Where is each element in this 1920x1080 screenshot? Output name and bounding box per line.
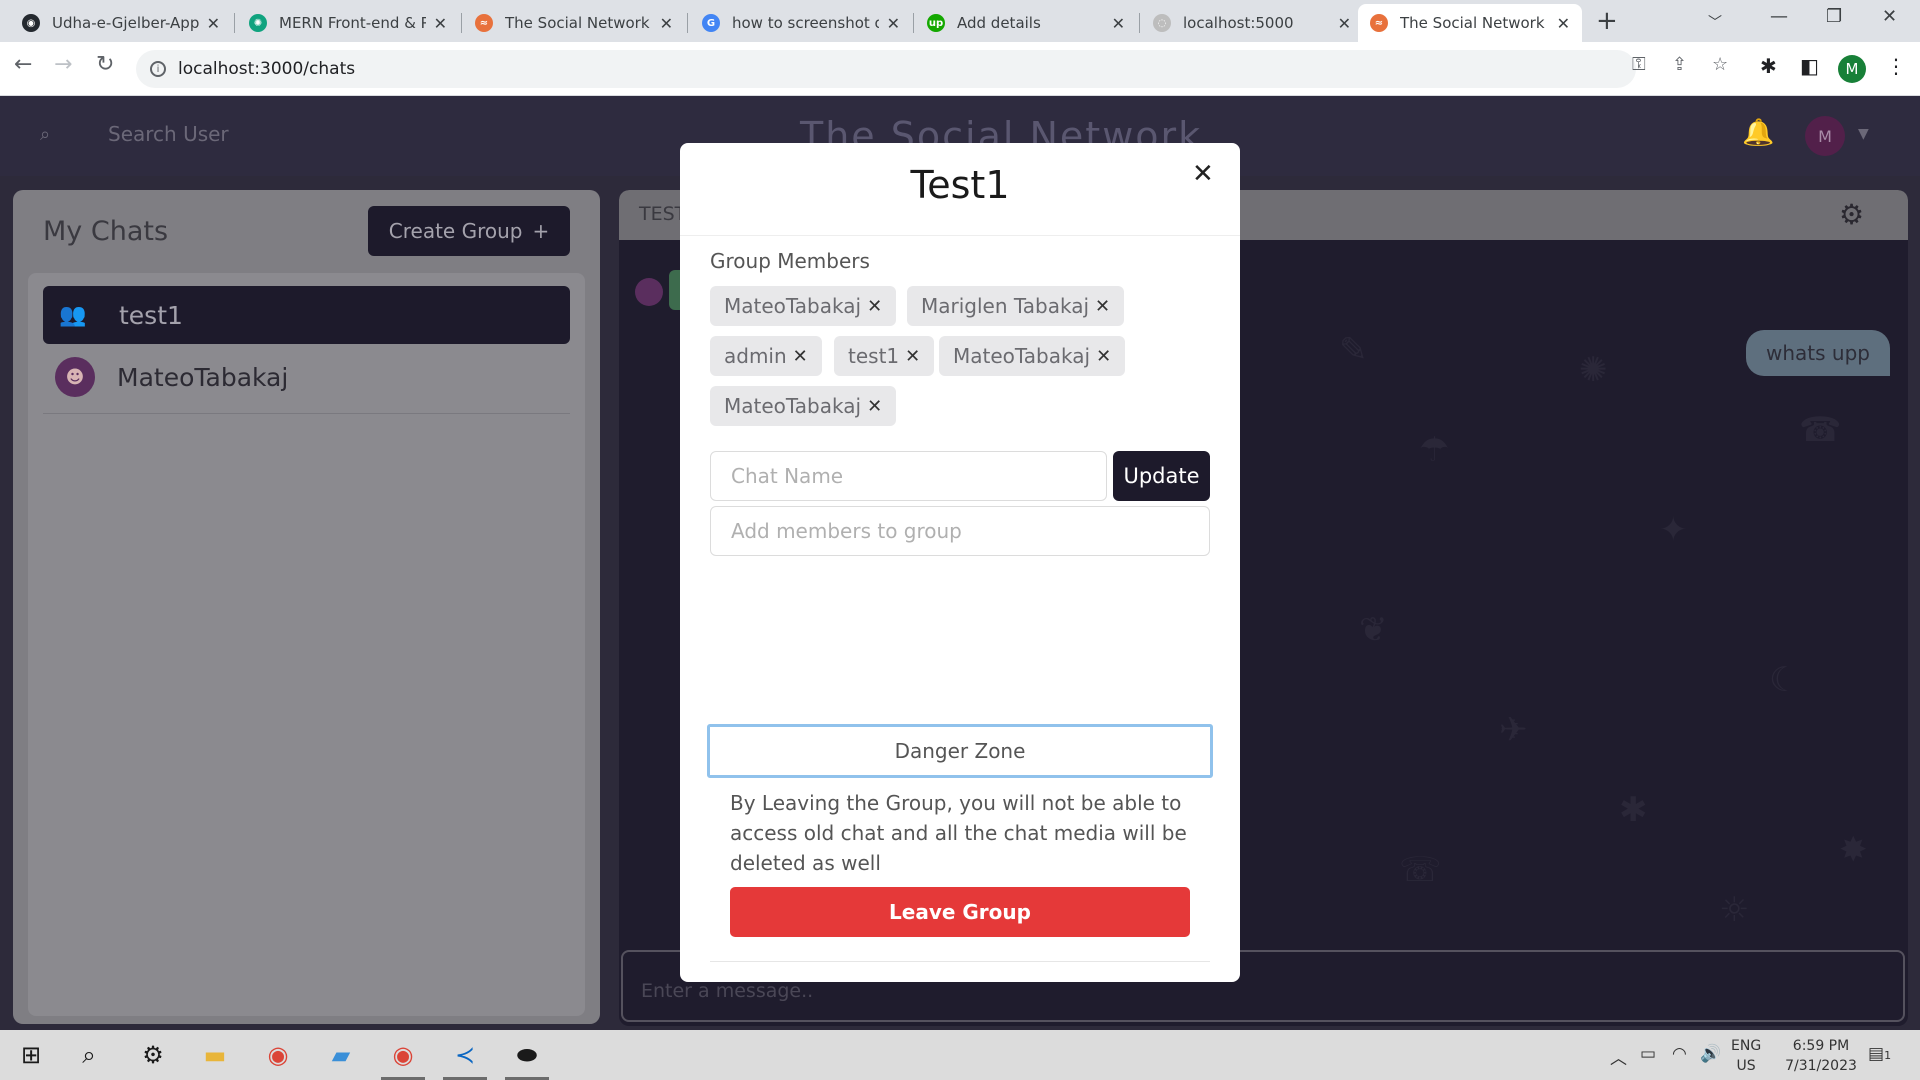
volume-icon[interactable]: 🔊 <box>1700 1044 1721 1064</box>
danger-zone-button[interactable]: Danger Zone <box>707 724 1213 778</box>
member-chip[interactable]: test1 ✕ <box>834 336 935 376</box>
remove-member-icon[interactable]: ✕ <box>905 346 920 367</box>
upwork-icon: up <box>927 14 945 32</box>
search-user-button[interactable]: Search User <box>108 122 229 146</box>
my-chats-title: My Chats <box>43 216 169 247</box>
openai-icon: ✺ <box>249 14 267 32</box>
browser-tab[interactable]: ≈ The Social Network ✕ <box>463 4 685 42</box>
minimize-button[interactable]: — <box>1770 6 1788 27</box>
side-panel-icon[interactable]: ◧ <box>1800 54 1819 78</box>
extensions-icon[interactable]: ✱ <box>1760 54 1777 78</box>
chevron-down-icon[interactable]: ▼ <box>1858 126 1869 142</box>
browser-tab-active[interactable]: ≈ The Social Network ✕ <box>1358 4 1582 42</box>
chrome-icon[interactable]: ◉ <box>263 1040 293 1070</box>
key-icon[interactable]: ⚿ <box>1632 54 1646 75</box>
vscode-icon[interactable]: ≺ <box>450 1040 480 1070</box>
chat-item-test1[interactable]: 👥 test1 <box>43 286 570 344</box>
file-explorer-icon[interactable]: ▬ <box>200 1040 230 1070</box>
close-tab-icon[interactable]: ✕ <box>207 14 220 33</box>
bell-icon[interactable]: 🔔 <box>1742 118 1774 148</box>
remove-member-icon[interactable]: ✕ <box>793 346 808 367</box>
browser-tab[interactable]: G how to screenshot on ✕ <box>690 4 912 42</box>
reload-icon[interactable]: ↻ <box>96 52 114 77</box>
settings-icon[interactable]: ⚙ <box>138 1040 168 1070</box>
member-chip[interactable]: MateoTabakaj ✕ <box>710 286 897 326</box>
browser-tab[interactable]: ◉ Udha-e-Gjelber-App/ ✕ <box>10 4 232 42</box>
close-tab-icon[interactable]: ✕ <box>1112 14 1125 33</box>
add-members-input[interactable]: Add members to group <box>710 506 1210 556</box>
search-icon[interactable]: ⌕ <box>40 124 50 145</box>
browser-toolbar: ← → ↻ i localhost:3000/chats ⚿ ⇪ ☆ ✱ ◧ M… <box>0 42 1920 96</box>
google-icon: G <box>702 14 720 32</box>
group-icon: 👥 <box>59 302 87 328</box>
show-hidden-icons-icon[interactable]: ︿ <box>1610 1044 1627 1069</box>
close-window-button[interactable]: ✕ <box>1882 6 1897 27</box>
browser-tab[interactable]: ◌ localhost:5000 ✕ <box>1141 4 1363 42</box>
my-chats-panel: My Chats Create Group + 👥 test1 ☻ MateoT… <box>13 190 600 1024</box>
plus-icon: + <box>532 219 550 243</box>
message-bubble-own: whats upp <box>1746 330 1890 376</box>
search-icon[interactable]: ⌕ <box>74 1040 104 1070</box>
back-icon[interactable]: ← <box>14 52 32 77</box>
remove-member-icon[interactable]: ✕ <box>1096 346 1111 367</box>
chat-list: 👥 test1 ☻ MateoTabakaj <box>28 273 585 1016</box>
chat-name-input[interactable]: Chat Name <box>710 451 1107 501</box>
leave-warning-text: By Leaving the Group, you will not be ab… <box>730 791 1187 875</box>
notifications-icon[interactable]: ▤1 <box>1868 1044 1891 1064</box>
github-icon: ◉ <box>22 14 40 32</box>
close-tab-icon[interactable]: ✕ <box>660 14 673 33</box>
browser-tab-bar: ◉ Udha-e-Gjelber-App/ ✕ ✺ MERN Front-end… <box>0 0 1920 42</box>
chrome-profile-icon[interactable]: ◉ <box>388 1040 418 1070</box>
mongodb-compass-icon[interactable]: ⬬ <box>512 1040 542 1070</box>
social-network-icon: ≈ <box>475 14 493 32</box>
tab-search-icon[interactable]: ﹀ <box>1708 12 1722 32</box>
avatar: ☻ <box>55 357 95 397</box>
avatar <box>635 278 663 306</box>
social-network-icon: ≈ <box>1370 14 1388 32</box>
group-settings-modal: Test1 ✕ Group Members MateoTabakaj ✕ Mari… <box>680 143 1240 982</box>
info-icon[interactable]: i <box>150 61 166 77</box>
leave-group-button[interactable]: Leave Group <box>730 887 1190 937</box>
close-tab-icon[interactable]: ✕ <box>887 14 900 33</box>
globe-icon: ◌ <box>1153 14 1171 32</box>
group-members-label: Group Members <box>710 249 870 273</box>
remove-member-icon[interactable]: ✕ <box>867 396 882 417</box>
remove-member-icon[interactable]: ✕ <box>867 296 882 317</box>
bookmark-star-icon[interactable]: ☆ <box>1712 54 1728 75</box>
battery-icon[interactable]: ▭ <box>1640 1044 1656 1064</box>
restore-button[interactable]: ❐ <box>1826 6 1842 27</box>
remove-member-icon[interactable]: ✕ <box>1095 296 1110 317</box>
member-chip[interactable]: MateoTabakaj ✕ <box>710 386 897 426</box>
browser-menu-icon[interactable]: ⋮ <box>1886 54 1906 78</box>
close-tab-icon[interactable]: ✕ <box>434 14 447 33</box>
close-tab-icon[interactable]: ✕ <box>1338 14 1351 33</box>
forward-icon[interactable]: → <box>54 52 72 77</box>
address-bar[interactable]: i localhost:3000/chats <box>136 50 1636 88</box>
modal-title: Test1 <box>910 163 1010 207</box>
new-tab-button[interactable]: + <box>1596 6 1618 36</box>
chat-item-mateotabakaj[interactable]: ☻ MateoTabakaj <box>43 348 570 406</box>
language-indicator[interactable]: ENG US <box>1731 1036 1761 1076</box>
browser-tab[interactable]: ✺ MERN Front-end & Pi ✕ <box>237 4 459 42</box>
wifi-icon[interactable]: ◠ <box>1672 1044 1687 1064</box>
gear-icon[interactable]: ⚙ <box>1839 198 1864 231</box>
url-text: localhost:3000/chats <box>178 59 356 79</box>
notepad-icon[interactable]: ▰ <box>326 1040 356 1070</box>
share-icon[interactable]: ⇪ <box>1672 54 1687 75</box>
windows-taskbar: ⊞ ⌕ ⚙ ▬ ◉ ▰ ◉ ≺ ⬬ ︿ ▭ ◠ 🔊 ENG US 6:59 PM… <box>0 1030 1920 1080</box>
browser-profile-avatar[interactable]: M <box>1838 55 1866 83</box>
update-button[interactable]: Update <box>1113 451 1210 501</box>
create-group-button[interactable]: Create Group + <box>368 206 570 256</box>
member-chip[interactable]: admin ✕ <box>710 336 822 376</box>
windows-start-icon[interactable]: ⊞ <box>16 1040 46 1070</box>
member-chip[interactable]: Mariglen Tabakaj ✕ <box>907 286 1125 326</box>
clock[interactable]: 6:59 PM 7/31/2023 <box>1776 1036 1866 1076</box>
close-icon[interactable]: ✕ <box>1192 159 1214 189</box>
browser-tab[interactable]: up Add details ✕ <box>915 4 1137 42</box>
user-avatar[interactable]: M <box>1805 116 1845 156</box>
member-chip[interactable]: MateoTabakaj ✕ <box>939 336 1126 376</box>
close-tab-icon[interactable]: ✕ <box>1557 14 1570 33</box>
